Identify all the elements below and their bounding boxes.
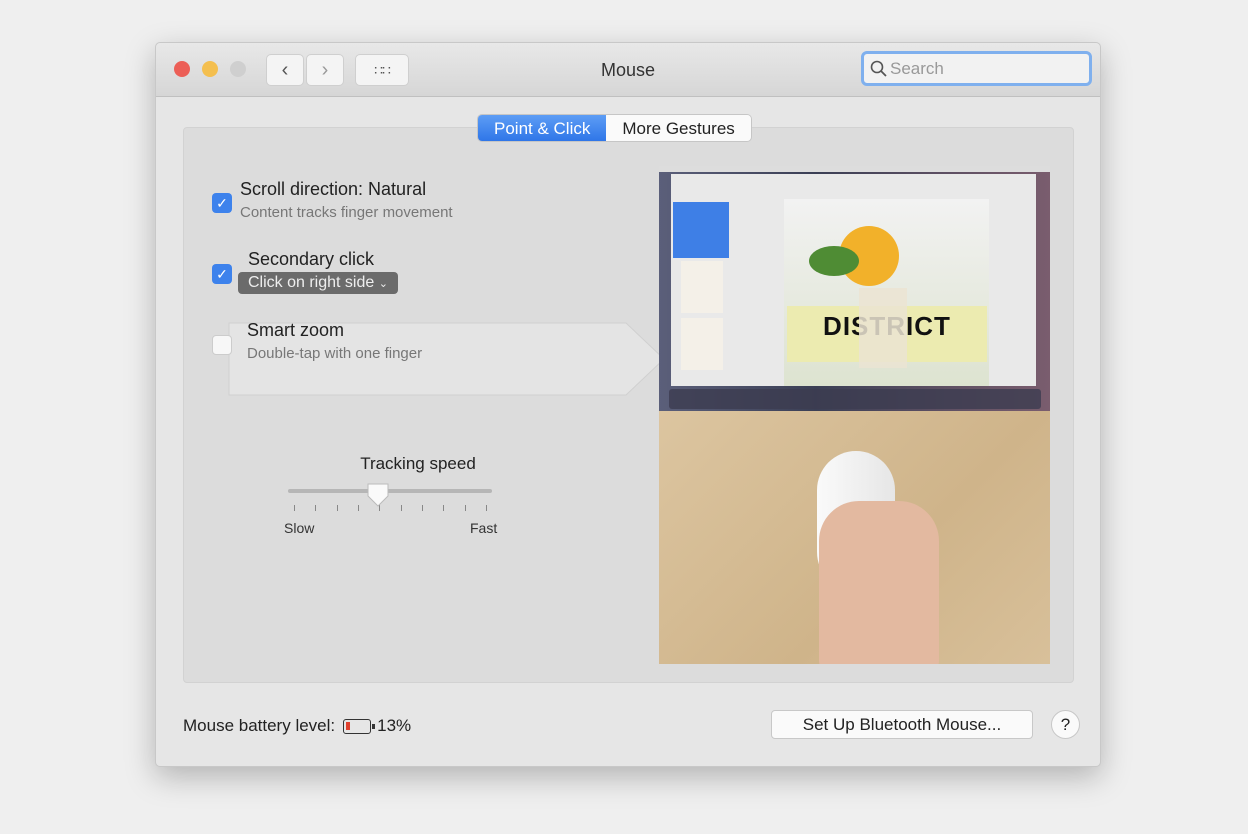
search-input[interactable]: Search [861,51,1092,86]
preview-screen: DISTRICT [659,166,1050,411]
title-bar: ‹ › ∷∷ Mouse Search [156,43,1100,97]
option-sublabel: Double-tap with one finger [247,345,423,362]
hand-image [819,501,939,664]
battery-level: Mouse battery level: 13% [183,716,411,736]
slider-tick [486,505,487,511]
option-sublabel: Content tracks finger movement [240,204,453,221]
option-label: Scroll direction: Natural [240,179,427,199]
chevron-down-icon: ⌄ [378,278,388,290]
slider-tick [294,505,295,511]
battery-label: Mouse battery level: [183,716,336,735]
secondary-click-checkbox[interactable]: ✓ [212,264,232,284]
help-button[interactable]: ? [1051,710,1080,739]
tab-bar: Point & Click More Gestures [477,114,752,142]
battery-percent: 13% [377,716,412,735]
slider-tick [422,505,423,511]
option-smart-zoom: Smart zoom Double-tap with one finger [247,320,422,362]
smart-zoom-checkbox[interactable] [212,335,232,355]
setup-bluetooth-mouse-button[interactable]: Set Up Bluetooth Mouse... [771,710,1033,739]
tab-point-and-click[interactable]: Point & Click [478,115,607,141]
slider-tick [443,505,445,511]
option-label: Secondary click [248,249,375,269]
option-scroll-direction: Scroll direction: Natural Content tracks… [240,179,453,221]
preview-desk [659,411,1050,664]
preview-context-menu [859,288,907,368]
battery-icon [343,718,376,734]
option-secondary-click: Secondary click Click on right side ⌄ [238,249,398,294]
search-placeholder: Search [890,58,944,78]
tab-more-gestures[interactable]: More Gestures [606,115,751,141]
search-icon [870,60,887,77]
slider-tick [358,505,359,511]
gesture-preview-video: DISTRICT [659,166,1050,664]
slider-tick [315,505,317,511]
option-label: Smart zoom [247,320,345,340]
slider-tick [400,505,402,511]
slider-max-label: Fast [470,520,498,536]
settings-panel: ✓ Scroll direction: Natural Content trac… [183,127,1074,683]
scroll-direction-checkbox[interactable]: ✓ [212,193,232,213]
slider-min-label: Slow [284,520,315,536]
secondary-click-popup[interactable]: Click on right side ⌄ [238,272,398,294]
mouse-preferences-window: ‹ › ∷∷ Mouse Search Point & Click More G… [155,42,1101,767]
slider-tick [464,505,466,511]
slider-thumb[interactable] [366,482,390,508]
tracking-speed-label: Tracking speed [360,454,476,473]
popup-value: Click on right side [248,274,375,291]
slider-tick [336,505,338,511]
